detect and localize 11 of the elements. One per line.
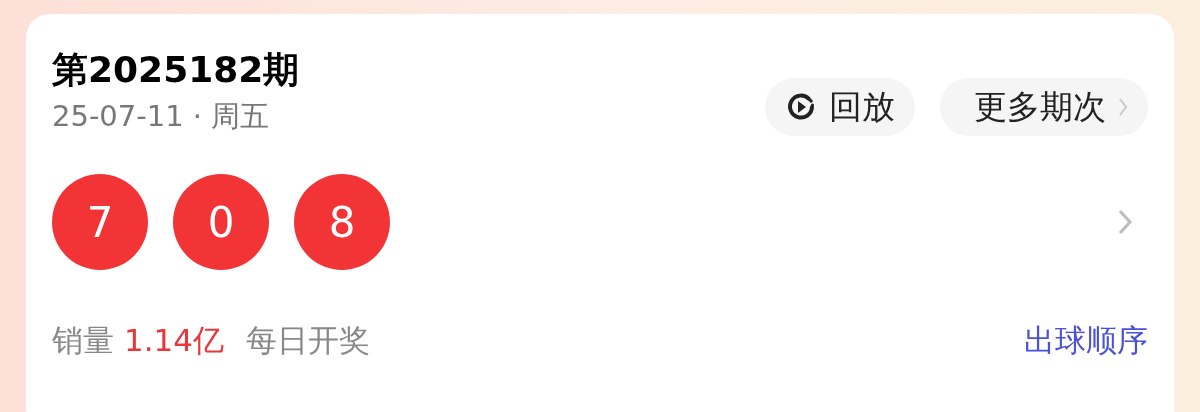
draw-date: 25-07-11 · 周五 bbox=[52, 98, 271, 135]
sales-label: 销量 bbox=[52, 321, 114, 360]
draw-schedule: 每日开奖 bbox=[246, 321, 371, 360]
sales-value: 1.14亿 bbox=[124, 321, 225, 360]
replay-icon bbox=[785, 91, 817, 123]
replay-button[interactable]: 回放 bbox=[765, 78, 915, 136]
ball-order-link[interactable]: 出球顺序 bbox=[1024, 318, 1148, 362]
chevron-right-icon bbox=[1118, 97, 1128, 117]
issue-title: 第2025182期 bbox=[52, 48, 300, 92]
more-issues-button[interactable]: 更多期次 bbox=[940, 78, 1148, 136]
chevron-right-icon[interactable] bbox=[1118, 209, 1132, 235]
